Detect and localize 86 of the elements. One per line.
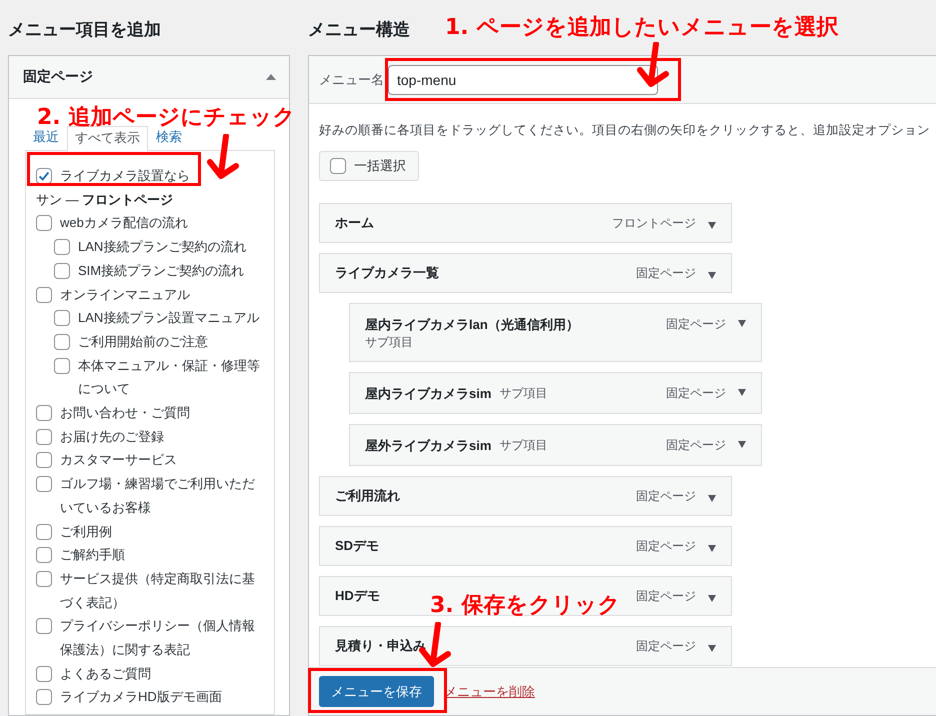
caret-icon[interactable]	[708, 594, 716, 602]
panel-title: 固定ページ	[23, 68, 93, 86]
item-type: 固定ページ	[666, 316, 726, 333]
checkbox[interactable]	[36, 547, 52, 564]
caret-icon[interactable]	[708, 494, 716, 502]
annotation-arrow	[636, 42, 670, 88]
section-heading: メニュー項目を追加	[8, 19, 161, 41]
item-title: 屋外ライブカメラsim	[365, 437, 492, 455]
checkbox[interactable]	[36, 428, 52, 445]
menu-item[interactable]: 屋内ライブカメラlan（光通信利用） サブ項目 固定ページ	[349, 303, 762, 362]
page-label: ライブカメラ設置なら	[60, 167, 190, 185]
checkbox[interactable]	[36, 215, 52, 232]
caret-icon[interactable]	[708, 544, 716, 552]
page-label: お問い合わせ・ご質問	[60, 404, 190, 422]
item-type: 固定ページ	[636, 488, 696, 504]
page-label: カスタマーサービス	[60, 451, 177, 470]
caret-icon[interactable]	[708, 222, 716, 228]
page-label: サン — フロントページ	[36, 190, 174, 209]
checkbox[interactable]	[36, 524, 52, 540]
checkbox[interactable]	[36, 405, 52, 422]
item-title: ご利用流れ	[335, 487, 400, 505]
checkbox[interactable]	[54, 239, 70, 256]
annotation-arrow	[206, 134, 240, 180]
checkbox[interactable]	[54, 310, 70, 326]
page-label: ご利用例	[60, 522, 112, 541]
caret-icon[interactable]	[708, 272, 716, 278]
checkbox[interactable]	[54, 334, 70, 350]
page-label: ライブカメラHD版デモ画面	[60, 688, 222, 706]
menu-item[interactable]: ご利用流れ 固定ページ	[319, 476, 732, 516]
menu-item[interactable]: ライブカメラ一覧 固定ページ	[319, 253, 732, 293]
instructions-text: 好みの順番に各項目をドラッグしてください。項目の右側の矢印をクリックすると、追加設定オプション	[319, 122, 931, 139]
caret-icon[interactable]	[738, 441, 746, 448]
checkbox[interactable]	[54, 358, 70, 374]
item-title: ホーム	[335, 214, 374, 232]
item-title: 屋内ライブカメラlan（光通信利用）	[365, 316, 579, 334]
caret-icon[interactable]	[708, 644, 716, 652]
checkbox[interactable]	[36, 476, 52, 492]
item-sub-label: サブ項目	[499, 385, 548, 402]
item-type: 固定ページ	[636, 264, 696, 282]
page-label: お届け先のご登録	[60, 428, 164, 446]
bulk-select-button[interactable]: 一括選択	[319, 151, 419, 181]
page-label: webカメラ配信の流れ	[60, 214, 188, 232]
page-label: プライバシーポリシー（個人情報保護法）に関する表記	[60, 617, 256, 660]
checkbox[interactable]	[54, 262, 70, 279]
page-label: ご解約手順	[60, 546, 125, 564]
menu-item[interactable]: SDデモ 固定ページ	[319, 526, 732, 566]
item-title: SDデモ	[335, 537, 380, 555]
item-title: HDデモ	[335, 587, 380, 605]
page-label: よくあるご質問	[60, 664, 151, 683]
item-type: 固定ページ	[666, 437, 726, 454]
checkbox[interactable]	[36, 570, 52, 587]
field-label: メニュー名	[319, 70, 384, 88]
page-label: 本体マニュアル・保証・修理等について	[78, 356, 261, 398]
page-label: サービス提供（特定商取引法に基づく表記）	[60, 570, 256, 612]
item-type: 固定ページ	[636, 538, 696, 554]
menu-item[interactable]: ホーム フロントページ	[319, 203, 732, 243]
tab[interactable]: すべて表示	[67, 126, 148, 151]
checkbox[interactable]	[36, 618, 52, 634]
page-label: ご利用開始前のご注意	[78, 332, 208, 351]
item-sub-label: サブ項目	[365, 334, 413, 351]
item-title: ライブカメラ一覧	[335, 264, 439, 282]
item-type: 固定ページ	[666, 385, 726, 402]
item-title: 屋内ライブカメラsim	[365, 385, 492, 403]
checkbox[interactable]	[36, 666, 52, 682]
page-label: LAN接続プランご契約の流れ	[78, 238, 246, 256]
checkbox[interactable]	[36, 286, 52, 303]
page-label: SIM接続プランご契約の流れ	[78, 262, 244, 280]
item-type: 固定ページ	[636, 638, 696, 654]
item-type: 固定ページ	[636, 588, 696, 604]
page-label: オンラインマニュアル	[60, 286, 190, 304]
section-heading: メニュー構造	[308, 19, 410, 41]
collapse-icon[interactable]	[266, 74, 276, 80]
menu-item[interactable]: 屋内ライブカメラsim サブ項目 固定ページ	[349, 372, 762, 414]
checkbox[interactable]	[36, 452, 52, 468]
item-type: フロントページ	[612, 214, 696, 232]
checkbox[interactable]	[36, 689, 52, 706]
page-label: LAN接続プラン設置マニュアル	[78, 309, 260, 328]
caret-icon[interactable]	[738, 320, 746, 327]
menu-name-field[interactable]: top-menu	[388, 64, 658, 94]
checkbox[interactable]	[36, 168, 52, 184]
save-button[interactable]: メニューを保存	[319, 676, 434, 707]
page-label: ゴルフ場・練習場でご利用いただいているお客様	[60, 475, 256, 517]
caret-icon[interactable]	[738, 389, 746, 396]
annotation-text: 1. ページを追加したいメニューを選択	[445, 14, 838, 42]
item-sub-label: サブ項目	[499, 437, 548, 454]
menu-item[interactable]: 屋外ライブカメラsim サブ項目 固定ページ	[349, 424, 762, 466]
